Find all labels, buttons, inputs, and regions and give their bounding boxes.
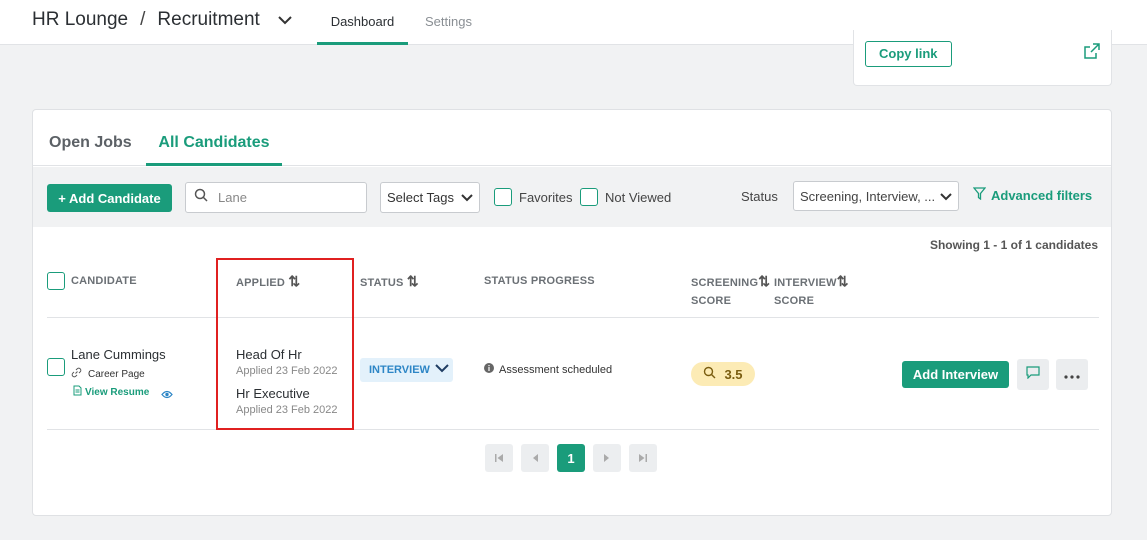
status-filter-value: Screening, Interview, ...: [800, 188, 936, 204]
first-page-button[interactable]: [485, 444, 513, 472]
module-name[interactable]: Recruitment: [157, 9, 259, 31]
tab-all-candidates[interactable]: All Candidates: [146, 134, 282, 166]
column-screening-label-2: SCORE: [691, 295, 732, 307]
more-icon: [1064, 366, 1080, 384]
sort-icon[interactable]: ⇅: [837, 273, 849, 289]
candidate-source-label: Career Page: [88, 368, 145, 380]
screening-score-badge: 3.5: [691, 362, 755, 386]
results-count: Showing 1 - 1 of 1 candidates: [929, 238, 1098, 252]
last-page-icon: [638, 451, 648, 466]
add-interview-button[interactable]: Add Interview: [902, 361, 1009, 388]
chevron-down-icon[interactable]: [278, 15, 292, 25]
advanced-filters-button[interactable]: Advanced filters: [972, 187, 1093, 203]
candidate-name[interactable]: Lane Cummings: [71, 347, 166, 362]
sort-icon[interactable]: ⇅: [407, 273, 419, 289]
select-all-checkbox[interactable]: [47, 272, 65, 290]
candidate-source: Career Page: [71, 367, 145, 381]
link-icon: [71, 367, 82, 381]
highlight-box: [216, 258, 354, 430]
tab-open-jobs[interactable]: Open Jobs: [49, 134, 132, 152]
row-checkbox[interactable]: [47, 358, 65, 376]
column-interview-label-2: SCORE: [774, 295, 815, 307]
favorites-checkbox[interactable]: [494, 188, 512, 206]
favorites-label: Favorites: [519, 189, 573, 205]
tab-bar: Open Jobs All Candidates: [33, 110, 1111, 166]
table-header: CANDIDATE APPLIED ⇅ STATUS ⇅ STATUS PROG…: [47, 260, 1099, 318]
page-button-current[interactable]: 1: [557, 444, 585, 472]
chevron-down-icon: [435, 364, 449, 376]
select-tags-dropdown[interactable]: Select Tags: [380, 182, 480, 213]
breadcrumb-separator: /: [140, 9, 146, 30]
pagination: 1: [485, 444, 657, 472]
copy-link-button[interactable]: Copy link: [865, 41, 952, 67]
status-value: INTERVIEW: [369, 364, 430, 376]
column-interview-score[interactable]: INTERVIEW⇅ SCORE: [774, 272, 849, 310]
column-screening-label: SCREENING: [691, 277, 759, 289]
org-name[interactable]: HR Lounge: [32, 9, 128, 31]
status-progress: Assessment scheduled: [484, 363, 612, 376]
sort-icon[interactable]: ⇅: [758, 273, 770, 289]
last-page-button[interactable]: [629, 444, 657, 472]
column-status-progress: STATUS PROGRESS: [484, 275, 595, 287]
first-page-icon: [494, 451, 504, 466]
column-status-label: STATUS: [360, 277, 404, 289]
info-icon: [484, 363, 494, 376]
add-candidate-button[interactable]: + Add Candidate: [47, 184, 172, 212]
external-link-icon[interactable]: [1084, 43, 1100, 64]
view-resume-label: View Resume: [85, 386, 150, 398]
nav-tab-settings[interactable]: Settings: [425, 14, 472, 29]
next-page-icon: [603, 451, 611, 466]
status-filter-label: Status: [741, 189, 778, 204]
nav-tab-dashboard[interactable]: Dashboard: [317, 14, 408, 45]
favorites-filter[interactable]: Favorites: [494, 188, 572, 206]
search-icon: [194, 188, 208, 207]
column-candidate: CANDIDATE: [71, 275, 137, 287]
not-viewed-checkbox[interactable]: [580, 188, 598, 206]
status-dropdown[interactable]: INTERVIEW: [360, 358, 453, 382]
filter-bar: + Add Candidate Select Tags Favorites No…: [33, 167, 1111, 227]
comment-icon: [1026, 365, 1040, 384]
breadcrumb: HR Lounge / Recruitment: [32, 9, 292, 31]
not-viewed-filter[interactable]: Not Viewed: [580, 188, 671, 206]
next-page-button[interactable]: [593, 444, 621, 472]
share-card: Copy link: [853, 30, 1112, 86]
column-screening-score[interactable]: SCREENING⇅ SCORE: [691, 272, 770, 310]
screening-score-value: 3.5: [724, 366, 743, 382]
search-box[interactable]: [185, 182, 367, 213]
status-filter-dropdown[interactable]: Screening, Interview, ...: [793, 181, 959, 211]
eye-icon[interactable]: [161, 386, 173, 404]
view-resume-link[interactable]: View Resume: [73, 385, 149, 399]
status-progress-text: Assessment scheduled: [499, 363, 613, 376]
previous-page-icon: [531, 451, 539, 466]
chevron-down-icon: [461, 190, 473, 205]
column-interview-label: INTERVIEW: [774, 277, 837, 289]
comment-button[interactable]: [1017, 359, 1049, 390]
select-tags-label: Select Tags: [387, 190, 454, 205]
document-icon: [73, 385, 82, 399]
filter-icon: [972, 187, 987, 203]
search-input[interactable]: [218, 190, 348, 205]
search-icon: [703, 366, 716, 382]
previous-page-button[interactable]: [521, 444, 549, 472]
more-options-button[interactable]: [1056, 359, 1088, 390]
chevron-down-icon: [940, 189, 952, 204]
table-row[interactable]: Lane Cummings Career Page View Resume He…: [47, 318, 1099, 430]
not-viewed-label: Not Viewed: [605, 189, 672, 205]
column-status[interactable]: STATUS ⇅: [360, 272, 419, 292]
advanced-filters-label: Advanced filters: [991, 187, 1093, 203]
